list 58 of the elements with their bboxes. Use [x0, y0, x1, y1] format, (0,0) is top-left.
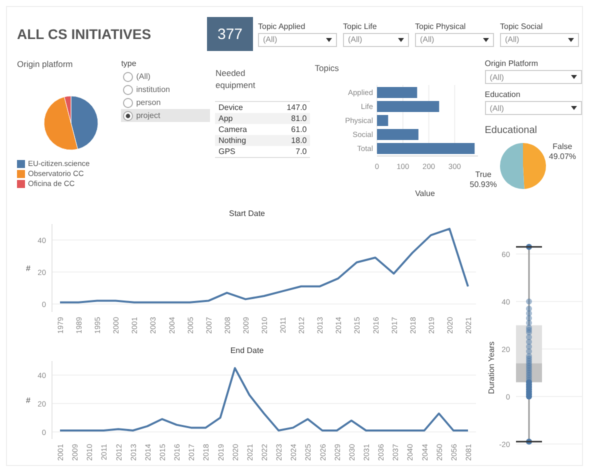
table-cell: GPS [218, 147, 236, 156]
dashboard-title: ALL CS INITIATIVES [17, 26, 152, 42]
filter-label: type [121, 59, 138, 68]
table-cell: Device [218, 103, 243, 112]
bar [376, 129, 418, 140]
chart-title: Start Date [228, 209, 265, 218]
table-cell: 81.0 [291, 114, 307, 123]
bar [376, 87, 417, 98]
bar [376, 101, 439, 112]
table-cell: App [218, 114, 233, 123]
filter-dropdown[interactable]: (All) [484, 101, 582, 115]
pie-slice [522, 143, 546, 189]
filter-dropdown[interactable]: (All) [258, 32, 337, 46]
table-cell: 61.0 [291, 125, 307, 134]
table-cell: Nothing [218, 136, 246, 145]
filter-dropdown[interactable]: (All) [343, 32, 409, 46]
filter-dropdown[interactable]: (All) [500, 32, 579, 46]
pie-label: False 49.07% [548, 142, 576, 162]
filter-label: Origin Platform [484, 59, 540, 68]
radio-button-icon [123, 98, 134, 108]
filter-label: Topic Social [500, 22, 544, 30]
radio-button-icon [123, 84, 134, 94]
filter-dropdown[interactable]: (All) [415, 32, 494, 46]
filter-label: Topic Life [343, 22, 378, 30]
radio-option[interactable]: (All) [121, 70, 210, 83]
caret-icon [568, 38, 574, 42]
radio-option[interactable]: project [121, 109, 210, 122]
caret-icon [326, 38, 332, 42]
radio-option[interactable]: institution [121, 83, 210, 96]
table-cell: 18.0 [291, 136, 307, 145]
caret-icon [571, 75, 577, 79]
filter-label: Topic Physical [415, 22, 467, 30]
section-title: Educational [484, 125, 538, 136]
radio-button-icon [123, 110, 134, 120]
pie-chart [41, 93, 101, 153]
table-cell: Camera [218, 125, 247, 134]
pie-slice [500, 143, 524, 189]
axis-title: # [26, 264, 30, 273]
filter-dropdown[interactable]: (All) [484, 70, 582, 84]
section-title: Topics [314, 63, 340, 73]
filter-label: Topic Applied [258, 22, 306, 30]
table-cell: 147.0 [286, 103, 307, 112]
radio-button-icon [123, 72, 134, 82]
chart-title: End Date [230, 346, 264, 355]
pie-chart [498, 142, 547, 190]
axis-title: Value [414, 189, 435, 198]
section-title: Origin platform [17, 59, 74, 69]
radio-option[interactable]: person [121, 96, 210, 109]
count-tile: 377 [207, 17, 253, 51]
table-cell: 7.0 [296, 147, 307, 156]
caret-icon [483, 38, 489, 42]
filter-label: Education [484, 90, 522, 99]
axis-title: # [26, 396, 30, 405]
bar [376, 115, 388, 126]
caret-icon [398, 38, 404, 42]
section-title: Needed equipment [215, 67, 256, 91]
caret-icon [571, 106, 577, 110]
pie-label: True 50.93% [470, 170, 497, 190]
